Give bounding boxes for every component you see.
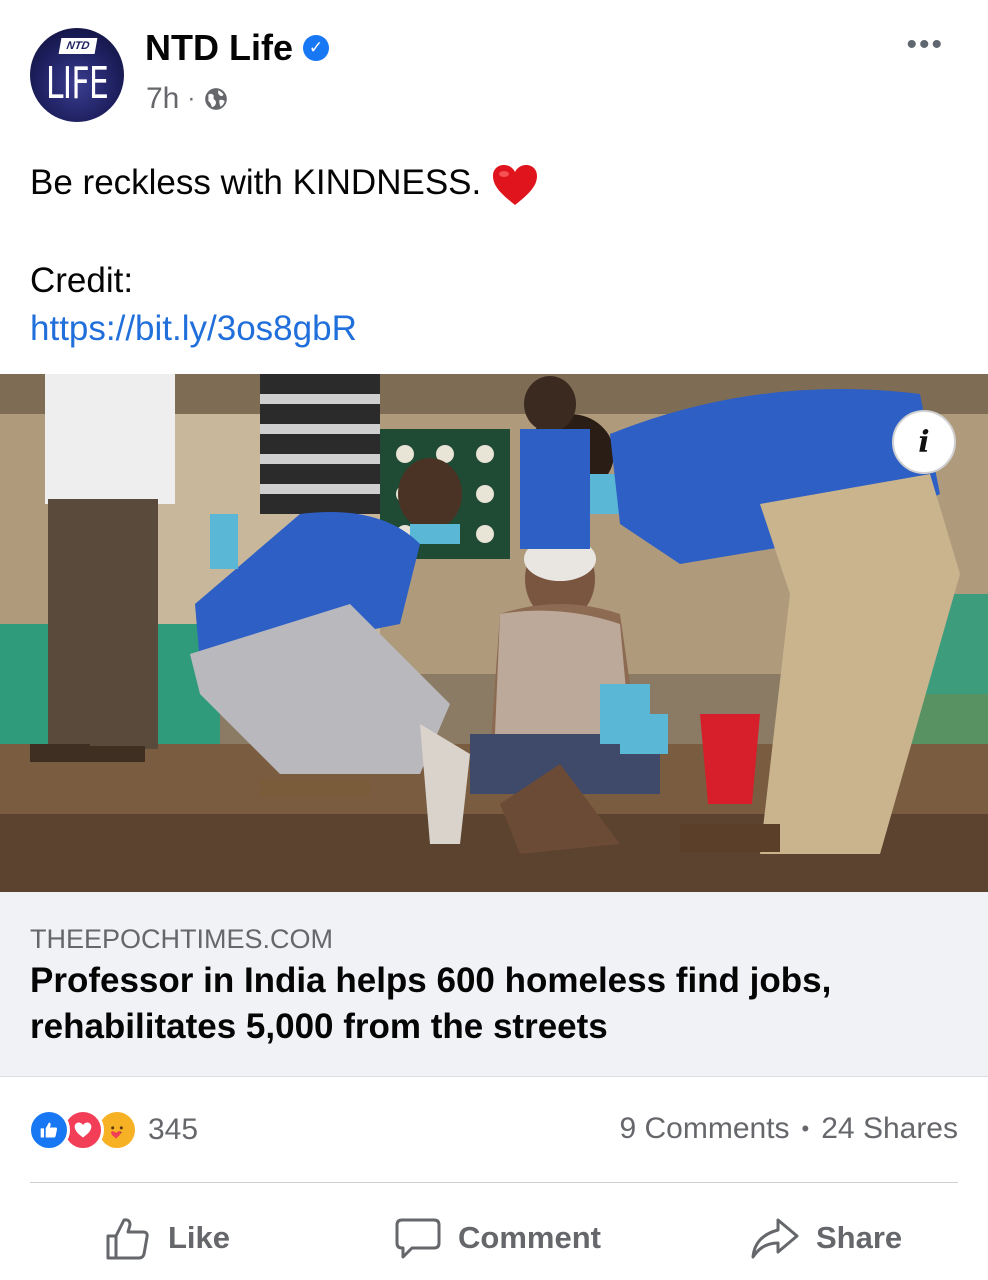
page-name-row: NTD Life ✓ (145, 26, 329, 70)
photo-illustration (0, 374, 988, 892)
engagement-stats: 9 Comments • 24 Shares (619, 1112, 958, 1146)
thumbs-up-icon (106, 1218, 149, 1260)
info-button[interactable]: i (892, 410, 956, 474)
more-options-button[interactable]: ••• (906, 28, 944, 62)
post-time[interactable]: 7h (146, 80, 179, 118)
avatar-badge: NTD (58, 38, 98, 54)
avatar-wordmark: LIFE (45, 58, 109, 109)
share-arrow-icon (751, 1218, 799, 1259)
comment-button[interactable]: Comment (394, 1208, 601, 1268)
shares-count[interactable]: 24 Shares (821, 1112, 958, 1146)
reactions-summary[interactable]: 345 (28, 1109, 199, 1151)
like-reaction-icon (28, 1109, 70, 1151)
meta-separator: · (187, 85, 196, 112)
preview-headline[interactable]: Professor in India helps 600 homeless fi… (30, 958, 950, 1050)
like-button[interactable]: Like (104, 1208, 230, 1268)
credit-label: Credit: (30, 261, 134, 300)
like-label: Like (168, 1220, 231, 1255)
post-meta: 7h · (146, 80, 229, 118)
post-photo[interactable]: i (0, 374, 988, 892)
verified-check-icon: ✓ (303, 35, 329, 61)
link-preview[interactable]: THEEPOCHTIMES.COM Professor in India hel… (0, 892, 988, 1077)
comments-count[interactable]: 9 Comments (619, 1112, 789, 1146)
stats-separator: • (801, 1116, 810, 1141)
page-name[interactable]: NTD Life (145, 26, 293, 70)
action-divider (30, 1182, 958, 1183)
share-button[interactable]: Share (750, 1208, 902, 1268)
credit-link[interactable]: https://bit.ly/3os8gbR (30, 306, 357, 352)
post-text-body: Be reckless with KINDNESS. (30, 163, 482, 202)
page-avatar[interactable]: NTD LIFE (30, 28, 124, 122)
share-label: Share (816, 1220, 903, 1255)
comment-label: Comment (458, 1220, 601, 1255)
red-heart-icon (493, 164, 538, 205)
reaction-count: 345 (148, 1113, 199, 1146)
preview-domain: THEEPOCHTIMES.COM (30, 924, 334, 954)
comment-bubble-icon (395, 1218, 441, 1259)
globe-icon (205, 88, 228, 110)
post-text: Be reckless with KINDNESS. (30, 160, 539, 207)
